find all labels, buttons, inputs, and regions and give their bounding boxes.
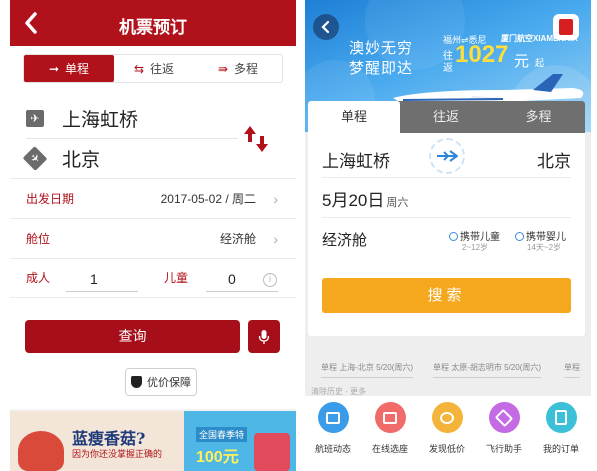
child-label: 儿童: [164, 271, 189, 285]
low-price-icon: [431, 402, 463, 433]
date-value: 5月20日: [322, 191, 385, 210]
search-button[interactable]: 搜索: [322, 278, 571, 313]
date-label: 出发日期: [26, 192, 75, 206]
promo-amount: 100元: [196, 449, 239, 466]
quick-label: 飞行助手: [485, 444, 522, 454]
microphone-icon: [258, 329, 270, 344]
quick-label: 在线选座: [371, 444, 408, 454]
right-screen: 澳妙无穷 梦醒即达 福州⇌悉尼 厦门航空XIAMENAIR 往 返 1027 元…: [305, 0, 591, 471]
arrival-city[interactable]: 北京: [537, 147, 571, 172]
adult-count[interactable]: 1: [90, 271, 98, 287]
passenger-row: 成人 1 儿童 0 i: [10, 258, 296, 298]
radio-icon: [449, 232, 458, 241]
query-button[interactable]: 查询: [25, 320, 240, 353]
departure-city-field[interactable]: ✈ 上海虹桥: [26, 99, 138, 137]
tab-round-trip[interactable]: ⇆ 往返: [114, 55, 194, 82]
child-option[interactable]: 携带儿童: [449, 228, 500, 243]
seat-select-icon: [374, 402, 406, 433]
radio-icon: [515, 232, 524, 241]
info-icon[interactable]: i: [263, 273, 277, 287]
divider: [322, 177, 571, 178]
left-screen: 机票预订 ➞ 单程 ⇆ 往返 ⇛ 多程 ✈ 上海虹桥 ✈ 北京 出发日期 201…: [10, 0, 296, 471]
seat-select-button[interactable]: 在线选座: [362, 402, 418, 455]
departure-city: 上海虹桥: [62, 109, 139, 131]
tab-multi-city[interactable]: ⇛ 多程: [194, 55, 282, 82]
infant-age-hint: 14天~2岁: [527, 243, 562, 252]
cabin-label: 舱位: [26, 232, 51, 246]
my-orders-icon: [545, 402, 577, 433]
chevron-right-icon: ›: [273, 230, 278, 247]
quick-label: 发现低价: [428, 444, 465, 454]
history-item[interactable]: 单程 太原-胡志明市 5/20(周六): [433, 362, 542, 378]
promo-banner-right[interactable]: 全国春季特 100元: [184, 411, 296, 471]
tab-one-way[interactable]: 单程: [308, 101, 400, 133]
promo-banner-left[interactable]: 蓝瘦香菇? 因为你还没掌握正确的: [10, 411, 184, 471]
arrival-city: 北京: [62, 149, 101, 171]
flight-status-button[interactable]: 航班动态: [305, 402, 361, 455]
child-count[interactable]: 0: [228, 271, 236, 287]
adult-label: 成人: [26, 271, 51, 285]
infant-option[interactable]: 携带婴儿: [515, 228, 566, 243]
booking-form: ➞ 单程 ⇆ 往返 ⇛ 多程 ✈ 上海虹桥 ✈ 北京 出发日期 2017-05-…: [10, 46, 296, 409]
shield-icon: [131, 376, 142, 388]
tab-label: 多程: [234, 62, 259, 76]
swap-cities-icon[interactable]: [243, 124, 269, 154]
departure-date-row[interactable]: 出发日期 2017-05-02 / 周二 ›: [10, 178, 296, 218]
swap-arrows-icon: ⇆: [133, 61, 145, 76]
tab-label: 单程: [65, 62, 90, 76]
quick-actions-bar: 航班动态 在线选座 发现低价 飞行助手 我的订单: [305, 396, 591, 471]
chevron-right-icon: ›: [273, 190, 278, 207]
arrow-right-icon: ➞: [48, 61, 60, 76]
divider: [322, 217, 571, 218]
cabin-value: 经济舱: [219, 232, 256, 246]
flight-assistant-button[interactable]: 飞行助手: [476, 402, 532, 455]
banner-from: 起: [535, 58, 545, 68]
weekday: 周六: [386, 197, 409, 209]
trip-type-tabs: ➞ 单程 ⇆ 往返 ⇛ 多程: [23, 54, 283, 83]
arrival-city-field[interactable]: ✈ 北京: [22, 139, 101, 177]
cabin-class[interactable]: 经济舱: [322, 229, 367, 250]
tab-label: 往返: [150, 62, 175, 76]
quick-label: 我的订单: [542, 444, 579, 454]
back-icon[interactable]: [313, 14, 339, 40]
tab-round-trip[interactable]: 往返: [400, 101, 492, 133]
tab-one-way[interactable]: ➞ 单程: [24, 55, 114, 82]
banner-price: 1027: [455, 41, 509, 68]
page-title: 机票预订: [119, 18, 187, 37]
child-age-hint: 2~12岁: [462, 243, 489, 252]
swap-cities-icon[interactable]: [429, 138, 465, 174]
trip-type-tabs: 单程 往返 多程: [308, 101, 585, 133]
flight-status-icon: [317, 402, 349, 433]
date-value: 2017-05-02 / 周二: [160, 192, 256, 206]
promo-title: 蓝瘦香菇?: [72, 429, 146, 448]
my-orders-button[interactable]: 我的订单: [533, 402, 589, 455]
low-price-button[interactable]: 发现低价: [419, 402, 475, 455]
banner-currency: 元: [514, 53, 530, 70]
history-item[interactable]: 单程: [564, 362, 580, 378]
takeoff-icon: ✈: [26, 109, 44, 127]
departure-date[interactable]: 5月20日 周六: [322, 186, 408, 211]
voice-search-button[interactable]: [248, 320, 280, 353]
mushroom-illustration: [18, 431, 64, 471]
multi-route-icon: ⇛: [217, 61, 229, 76]
gift-box-illustration: [254, 433, 290, 471]
price-guarantee-label: 优价保障: [147, 377, 191, 389]
flight-assistant-icon: [488, 402, 520, 433]
cabin-row[interactable]: 舱位 经济舱 ›: [10, 218, 296, 258]
history-item[interactable]: 单程 上海-北京 5/20(周六): [321, 362, 414, 378]
price-guarantee-button[interactable]: 优价保障: [125, 368, 197, 396]
tab-multi-city[interactable]: 多程: [492, 101, 585, 133]
airline-logo: 厦门航空XIAMENAIR: [501, 34, 578, 43]
divider: [66, 291, 138, 292]
left-header: 机票预订: [10, 0, 296, 46]
landing-icon: ✈: [22, 145, 48, 171]
promo-tag: 全国春季特: [196, 427, 248, 442]
quick-label: 航班动态: [314, 444, 351, 454]
banner-slogan-1: 澳妙无穷: [349, 40, 414, 57]
departure-city[interactable]: 上海虹桥: [322, 147, 390, 172]
search-card: 单程 往返 多程 上海虹桥 北京 5月20日 周六 经济舱 携带儿童 2~12岁 …: [308, 101, 585, 336]
promo-subtitle: 因为你还没掌握正确的: [72, 449, 163, 459]
divider: [206, 291, 278, 292]
